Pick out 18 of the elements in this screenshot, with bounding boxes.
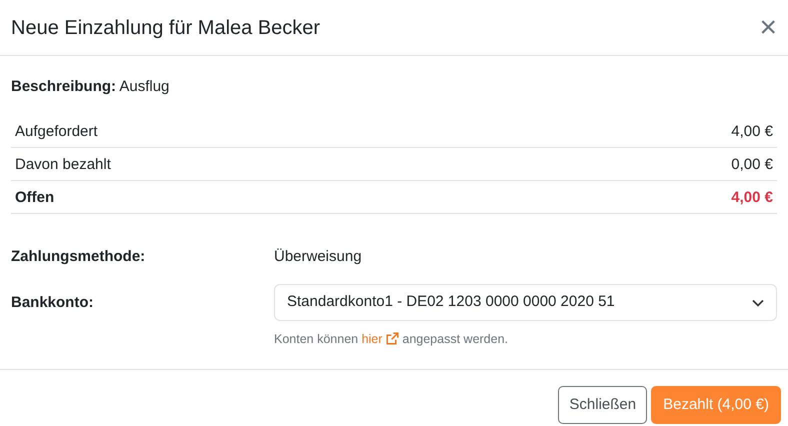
hint-text: Konten können hier angepasst werden. — [274, 331, 510, 348]
paid-button[interactable]: Bezahlt (4,00 €) — [651, 386, 781, 424]
close-button[interactable]: Schließen — [558, 386, 648, 424]
description-text: Beschreibung: Ausflug — [11, 77, 170, 97]
row-amount: 0,00 € — [731, 154, 773, 174]
field-value: Überweisung — [274, 246, 362, 266]
row-amount: 4,00 € — [731, 188, 773, 206]
row-label: Offen — [15, 188, 54, 206]
field-label: Bankkonto: — [11, 293, 94, 313]
dialog-title: Neue Einzahlung für Malea Becker — [11, 16, 320, 40]
row-label: Aufgefordert — [15, 122, 98, 140]
bank-account-select[interactable]: Standardkonto1 - DE02 1203 0000 0000 2020 51 — [274, 284, 777, 321]
chevron-down-icon — [752, 298, 764, 306]
hint-link[interactable]: hier — [362, 332, 399, 346]
row-label: Davon bezahlt — [15, 154, 111, 174]
field-label: Zahlungsmethode: — [11, 246, 146, 266]
row-amount: 4,00 € — [731, 122, 773, 140]
external-link-icon — [386, 332, 399, 345]
